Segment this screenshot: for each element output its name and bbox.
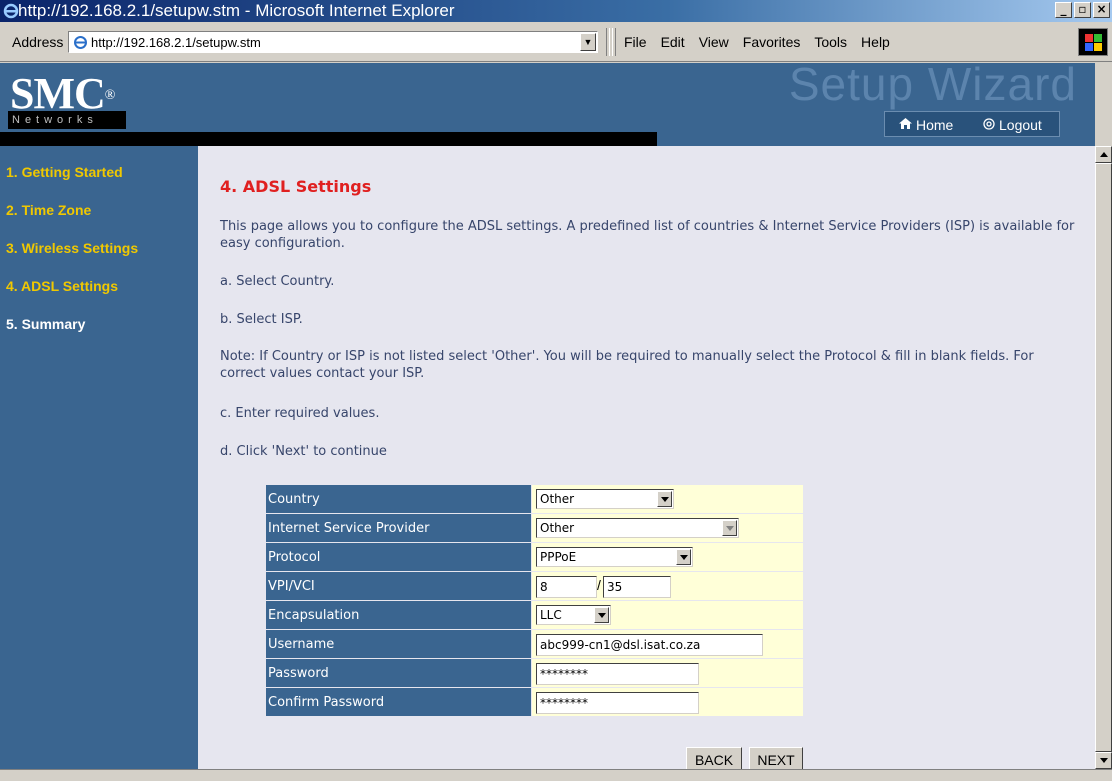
form-row-username: Username abc999-cn1@dsl.isat.co.za xyxy=(265,629,804,659)
country-select[interactable]: Other xyxy=(536,489,674,509)
windows-logo-icon xyxy=(1078,28,1108,56)
password-input[interactable]: ******** xyxy=(536,663,699,685)
internet-explorer-icon xyxy=(3,3,19,19)
step-c-text: c. Enter required values. xyxy=(220,406,380,421)
header-banner: SMC® Networks Setup Wizard Home Logout xyxy=(0,63,1095,146)
adsl-settings-form: Country Other Internet Service Provider … xyxy=(265,484,804,717)
status-bar xyxy=(0,769,1112,781)
sidebar-item-getting-started[interactable]: 1. Getting Started xyxy=(6,164,123,180)
menu-file[interactable]: File xyxy=(624,34,647,50)
form-row-encapsulation: Encapsulation LLC xyxy=(265,600,804,630)
close-button[interactable]: × xyxy=(1093,2,1110,18)
step-a-text: a. Select Country. xyxy=(220,274,335,289)
form-row-country: Country Other xyxy=(265,484,804,514)
note-text: Note: If Country or ISP is not listed se… xyxy=(220,349,1034,381)
form-row-password: Password ******** xyxy=(265,658,804,688)
form-row-vpivci: VPI/VCI 8 / 35 xyxy=(265,571,804,601)
menu-bar: File Edit View Favorites Tools Help xyxy=(624,34,890,50)
scroll-up-button[interactable] xyxy=(1095,146,1112,163)
isp-label: Internet Service Provider xyxy=(265,513,532,543)
chevron-down-icon[interactable] xyxy=(722,520,737,536)
form-row-confirm-password: Confirm Password ******** xyxy=(265,687,804,717)
scrollbar-thumb[interactable] xyxy=(1095,163,1112,752)
password-label: Password xyxy=(265,658,532,688)
menu-view[interactable]: View xyxy=(699,34,729,50)
home-icon[interactable] xyxy=(899,117,912,130)
logout-icon[interactable] xyxy=(983,118,995,130)
window-title: http://192.168.2.1/setupw.stm - Microsof… xyxy=(18,1,455,20)
vci-input[interactable]: 35 xyxy=(603,576,671,598)
window-controls: _ ▫ × xyxy=(1055,2,1110,18)
header-nav: Home Logout xyxy=(884,111,1060,137)
encapsulation-select[interactable]: LLC xyxy=(536,605,611,625)
sidebar-item-summary[interactable]: 5. Summary xyxy=(6,316,85,332)
address-dropdown-button[interactable]: ▼ xyxy=(580,33,596,51)
protocol-select[interactable]: PPPoE xyxy=(536,547,693,567)
chevron-down-icon[interactable] xyxy=(676,549,691,565)
encapsulation-label: Encapsulation xyxy=(265,600,532,630)
chevron-down-icon[interactable] xyxy=(657,491,672,507)
setup-wizard-title: Setup Wizard xyxy=(788,63,1077,110)
home-link[interactable]: Home xyxy=(916,113,953,137)
networks-label: Networks xyxy=(8,111,126,129)
page-icon xyxy=(74,36,87,49)
sidebar-item-adsl-settings[interactable]: 4. ADSL Settings xyxy=(6,278,118,294)
toolbar-grip[interactable] xyxy=(612,28,616,56)
sidebar-item-wireless-settings[interactable]: 3. Wireless Settings xyxy=(6,240,138,256)
form-row-isp: Internet Service Provider Other xyxy=(265,513,804,543)
menu-help[interactable]: Help xyxy=(861,34,890,50)
form-row-protocol: Protocol PPPoE xyxy=(265,542,804,572)
vpi-vci-separator: / xyxy=(597,577,601,593)
toolbar-separator xyxy=(606,28,610,56)
menu-tools[interactable]: Tools xyxy=(814,34,847,50)
web-page: SMC® Networks Setup Wizard Home Logout 1… xyxy=(0,63,1095,781)
step-d-text: d. Click 'Next' to continue xyxy=(220,444,387,459)
address-label: Address xyxy=(12,34,64,50)
vpivci-label: VPI/VCI xyxy=(265,571,532,601)
address-url: http://192.168.2.1/setupw.stm xyxy=(91,35,261,50)
logout-link[interactable]: Logout xyxy=(999,113,1042,137)
menu-edit[interactable]: Edit xyxy=(661,34,685,50)
menu-favorites[interactable]: Favorites xyxy=(743,34,801,50)
vertical-scrollbar[interactable] xyxy=(1095,146,1112,769)
vpi-input[interactable]: 8 xyxy=(536,576,597,598)
step-b-text: b. Select ISP. xyxy=(220,312,303,327)
username-input[interactable]: abc999-cn1@dsl.isat.co.za xyxy=(536,634,763,656)
header-divider xyxy=(0,132,657,146)
scroll-down-button[interactable] xyxy=(1095,752,1112,769)
sidebar-item-time-zone[interactable]: 2. Time Zone xyxy=(6,202,91,218)
country-label: Country xyxy=(265,484,532,514)
intro-text: This page allows you to configure the AD… xyxy=(220,219,1075,251)
chevron-down-icon[interactable] xyxy=(594,607,609,623)
wizard-sidebar: 1. Getting Started 2. Time Zone 3. Wirel… xyxy=(0,146,198,781)
maximize-button[interactable]: ▫ xyxy=(1074,2,1091,18)
scrollbar-gutter xyxy=(1095,63,1112,146)
page-title: 4. ADSL Settings xyxy=(220,177,372,196)
protocol-label: Protocol xyxy=(265,542,532,572)
minimize-button[interactable]: _ xyxy=(1055,2,1072,18)
address-toolbar: Address http://192.168.2.1/setupw.stm ▼ … xyxy=(0,22,1112,62)
confirm-password-label: Confirm Password xyxy=(265,687,532,717)
address-input[interactable]: http://192.168.2.1/setupw.stm ▼ xyxy=(68,31,598,53)
window-titlebar: http://192.168.2.1/setupw.stm - Microsof… xyxy=(0,0,1112,22)
isp-select[interactable]: Other xyxy=(536,518,739,538)
confirm-password-input[interactable]: ******** xyxy=(536,692,699,714)
username-label: Username xyxy=(265,629,532,659)
